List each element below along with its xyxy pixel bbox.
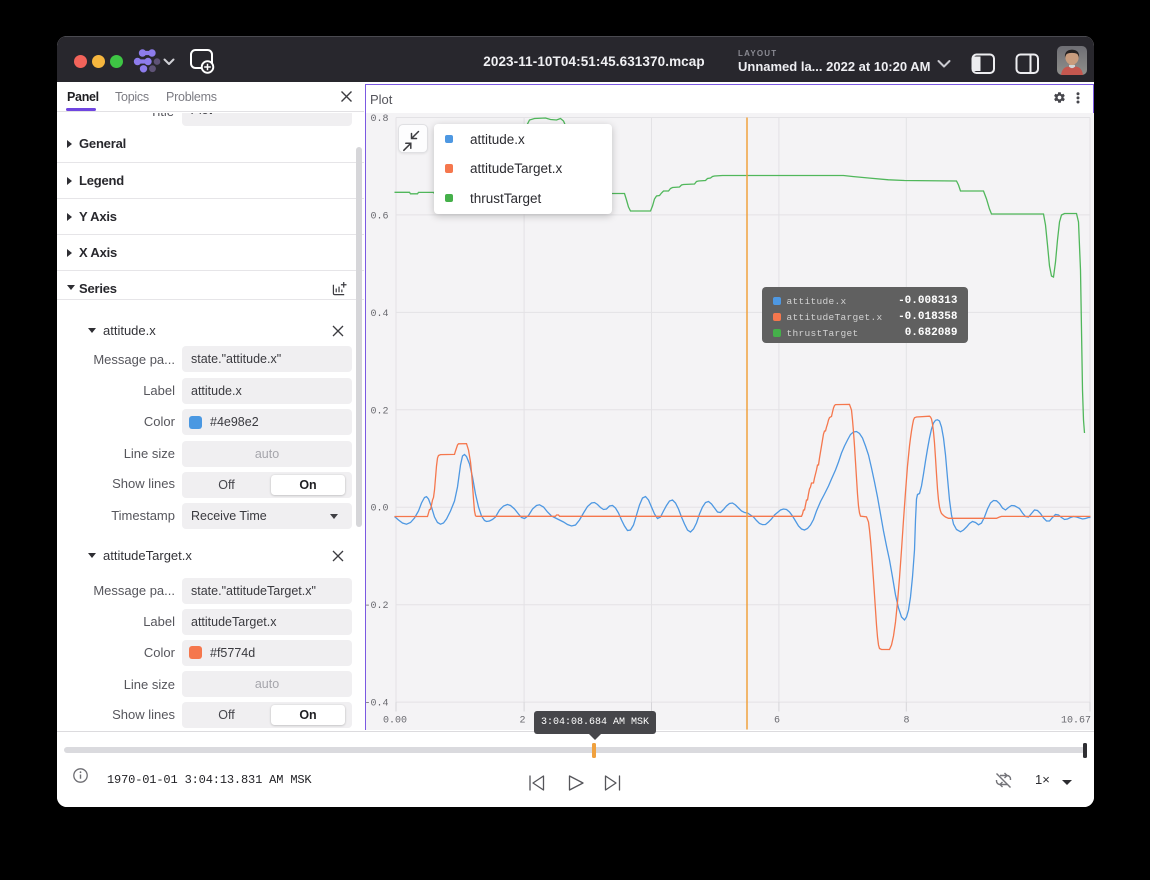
- svg-text:2: 2: [519, 716, 525, 727]
- svg-text:6: 6: [773, 716, 779, 727]
- svg-text:0.4: 0.4: [370, 309, 388, 320]
- svg-text:0.00: 0.00: [382, 716, 406, 727]
- svg-text:8: 8: [903, 716, 909, 727]
- svg-text:0.6: 0.6: [370, 211, 388, 222]
- svg-text:10.67: 10.67: [1060, 716, 1090, 727]
- svg-text:0.8: 0.8: [370, 114, 388, 125]
- svg-text:-0.2: -0.2: [366, 601, 389, 612]
- svg-text:-0.4: -0.4: [366, 699, 389, 710]
- svg-text:0.2: 0.2: [370, 406, 388, 417]
- svg-text:0.0: 0.0: [370, 504, 388, 515]
